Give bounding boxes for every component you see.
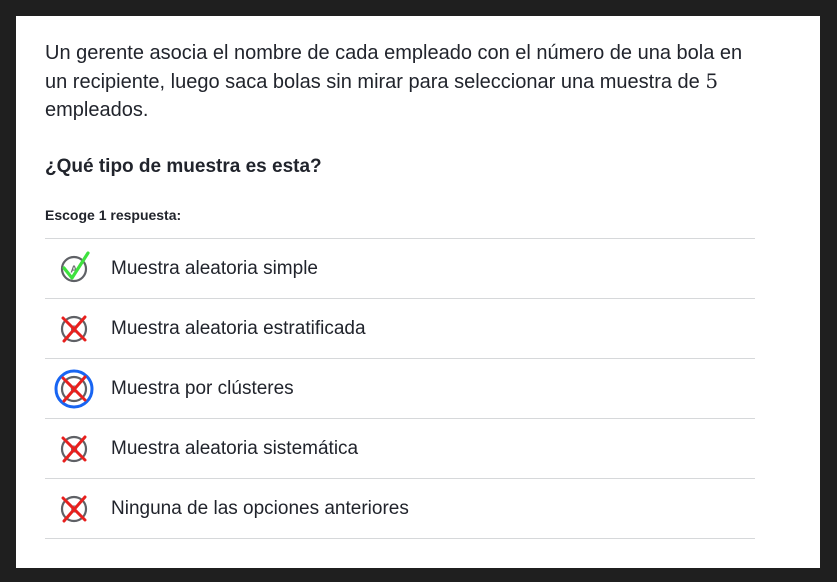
choice-b[interactable]: B Muestra aleatoria estratificada — [45, 299, 755, 359]
choice-a-icon: A — [51, 246, 97, 292]
choice-e-label: Ninguna de las opciones anteriores — [111, 497, 409, 519]
choice-b-icon: B — [51, 306, 97, 352]
exercise-content: Un gerente asocia el nombre de cada empl… — [45, 39, 755, 539]
choice-a-svg: A — [60, 250, 90, 282]
choice-c[interactable]: C Muestra por clústeres — [45, 359, 755, 419]
choice-a[interactable]: A Muestra aleatoria simple — [45, 239, 755, 299]
choice-c-svg: C — [54, 369, 94, 408]
question-text-after: empleados. — [45, 99, 149, 121]
choice-b-svg: B — [60, 315, 88, 342]
choice-list: A Muestra aleatoria simple B Muestra ale… — [45, 238, 755, 539]
choice-e-svg: E — [60, 495, 88, 522]
choice-e[interactable]: E Ninguna de las opciones anteriores — [45, 479, 755, 539]
choice-a-label: Muestra aleatoria simple — [111, 257, 318, 279]
choice-c-icon: C — [51, 366, 97, 412]
answer-instruction: Escoge 1 respuesta: — [45, 207, 182, 223]
choice-d-label: Muestra aleatoria sistemática — [111, 437, 359, 459]
choice-d[interactable]: D Muestra aleatoria sistemática — [45, 419, 755, 479]
math-number: 5 — [705, 69, 719, 93]
choice-d-svg: D — [60, 435, 88, 462]
choice-b-label: Muestra aleatoria estratificada — [111, 317, 366, 339]
question-text-before: Un gerente asocia el nombre de cada empl… — [45, 42, 743, 93]
choice-c-label: Muestra por clústeres — [111, 377, 294, 399]
choice-d-icon: D — [51, 426, 97, 472]
question-prompt: ¿Qué tipo de muestra es esta? — [45, 156, 322, 177]
exercise-card: Un gerente asocia el nombre de cada empl… — [16, 16, 820, 568]
choice-e-icon: E — [51, 486, 97, 532]
question-text: Un gerente asocia el nombre de cada empl… — [45, 39, 755, 124]
